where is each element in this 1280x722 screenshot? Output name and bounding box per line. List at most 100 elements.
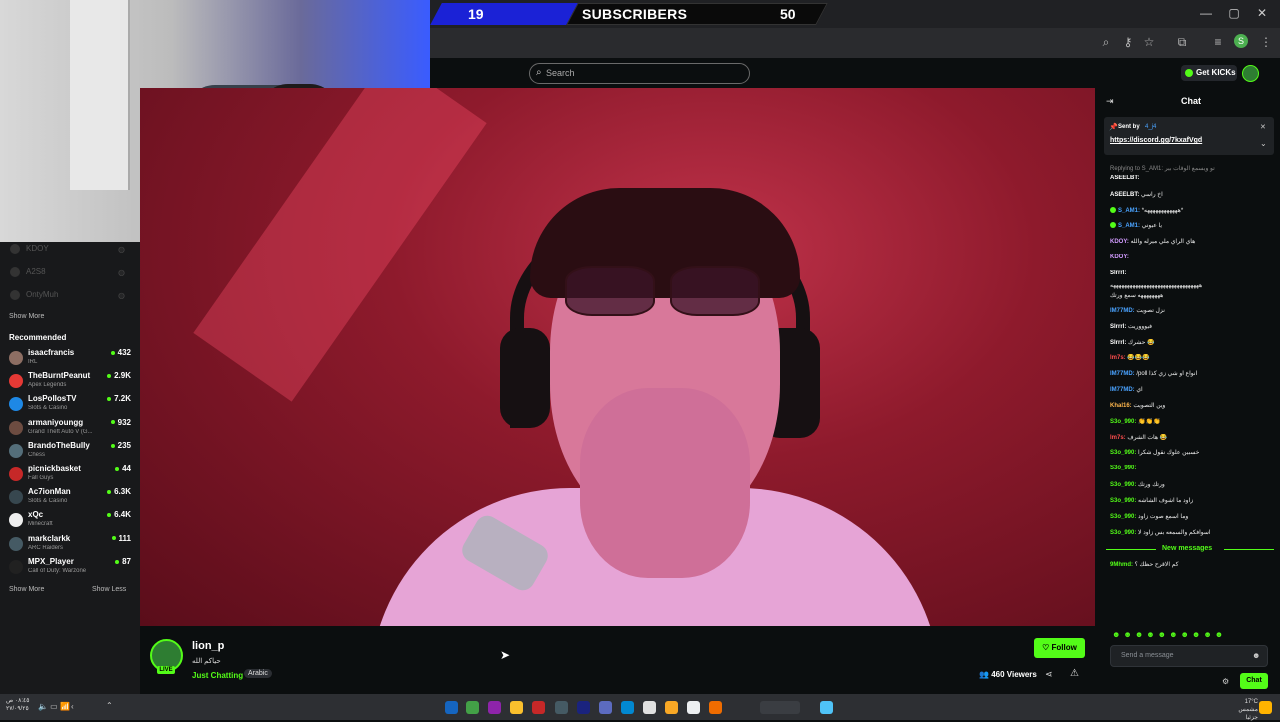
share-icon[interactable]: ⋖: [1045, 669, 1053, 680]
language-tag[interactable]: Arabic: [244, 669, 272, 678]
minimize-icon[interactable]: —: [1196, 6, 1216, 20]
taskbar-app-icon[interactable]: [555, 701, 568, 714]
recommended-channel[interactable]: xQc Minecraft 6.4K: [9, 510, 131, 532]
password-key-icon[interactable]: ⚷: [1120, 35, 1136, 49]
maximize-icon[interactable]: ▢: [1224, 6, 1244, 20]
send-chat-button[interactable]: Chat: [1240, 673, 1268, 689]
following-name: OntyMuh: [26, 290, 59, 300]
extensions-icon[interactable]: ⧉: [1174, 35, 1190, 50]
chat-username[interactable]: Khal16:: [1110, 403, 1132, 409]
collapse-chat-icon[interactable]: ⇥: [1106, 96, 1114, 107]
chat-username[interactable]: IM77MD:: [1110, 308, 1135, 314]
chat-username[interactable]: S3o_990:: [1110, 498, 1136, 504]
browser-menu-icon[interactable]: ⋮: [1258, 35, 1274, 49]
recommended-channel[interactable]: isaacfrancis IRL 432: [9, 348, 131, 370]
chat-username[interactable]: S3o_990:: [1110, 419, 1136, 425]
chat-username[interactable]: 9Mhmd:: [1110, 562, 1133, 568]
taskbar-app-icon[interactable]: [599, 701, 612, 714]
media-list-icon[interactable]: ≡: [1210, 35, 1226, 49]
taskbar-search-box[interactable]: [760, 701, 800, 714]
chat-username[interactable]: S3o_990:: [1110, 450, 1136, 456]
taskbar-edge-icon[interactable]: [621, 701, 634, 714]
pinned-discord-link[interactable]: https://discord.gg/7kxafVgd: [1110, 137, 1202, 144]
chat-text: وين التصويت: [1133, 403, 1166, 409]
chat-username[interactable]: ASEELBT:: [1110, 175, 1139, 181]
chat-username[interactable]: Slrrrl:: [1110, 340, 1126, 346]
pinned-user[interactable]: 4_j4: [1145, 124, 1156, 130]
taskbar-explorer-icon[interactable]: [665, 701, 678, 714]
report-icon[interactable]: ⚠: [1070, 668, 1079, 679]
show-less-button[interactable]: Show Less: [92, 586, 126, 593]
chat-username[interactable]: KDOY:: [1110, 239, 1129, 245]
chat-username[interactable]: S3o_990:: [1110, 530, 1136, 536]
chat-text: اخ راسي: [1141, 192, 1163, 198]
stream-video-player[interactable]: [140, 88, 1095, 626]
search-icon: ⌕: [536, 67, 542, 78]
chat-username[interactable]: S3o_990:: [1110, 482, 1136, 488]
channel-viewers: 932: [111, 418, 131, 427]
chat-username[interactable]: S_AM1:: [1118, 223, 1140, 229]
quick-emote-bar[interactable]: ☻☻☻☻☻☻☻☻☻☻: [1112, 630, 1272, 640]
chat-input-placeholder: Send a message: [1121, 652, 1174, 659]
stream-category-link[interactable]: Just Chatting: [192, 671, 243, 680]
recommended-channel[interactable]: LosPollosTV Slots & Casino 7.2K: [9, 394, 131, 416]
chat-username[interactable]: S_AM1:: [1118, 208, 1140, 214]
sidebar-following-item[interactable]: A2S8: [10, 267, 46, 277]
taskbar-search-icon[interactable]: [445, 701, 458, 714]
taskbar-widgets-icon[interactable]: [820, 701, 833, 714]
chat-text: يا عيوني: [1141, 223, 1163, 229]
recommended-channel[interactable]: Ac7ionMan Slots & Casino 6.3K: [9, 487, 131, 509]
bookmark-star-icon[interactable]: ☆: [1141, 35, 1157, 49]
chat-message: lm7s: 😂😂😂: [1110, 354, 1275, 361]
recommended-channel[interactable]: BrandoTheBully Chess 235: [9, 441, 131, 463]
zoom-icon[interactable]: ⌕: [1098, 35, 1114, 50]
chevron-down-icon[interactable]: ⌄: [1260, 139, 1267, 148]
chat-username[interactable]: S3o_990:: [1110, 514, 1136, 520]
taskbar-app-icon[interactable]: [709, 701, 722, 714]
chat-message: ASEELBT:: [1110, 175, 1275, 181]
show-more-recommended-button[interactable]: Show More: [9, 586, 44, 593]
chat-username[interactable]: IM77MD:: [1110, 371, 1135, 377]
recommended-channel[interactable]: MPX_Player Call of Duty: Warzone 87: [9, 557, 131, 579]
taskbar-steam-icon[interactable]: [577, 701, 590, 714]
taskbar-app-icon[interactable]: [466, 701, 479, 714]
taskbar-clock[interactable]: ٠٨:٤٥ ص ٢٧/٠٩/٢٥: [6, 697, 29, 713]
chat-username[interactable]: S3o_990:: [1110, 465, 1136, 471]
chat-message: S3o_990: زاود ما اشوف الشاشه: [1110, 497, 1275, 504]
chat-username[interactable]: lm7s:: [1110, 435, 1126, 441]
recommended-channel[interactable]: TheBurntPeanut Apex Legends 2.9K: [9, 371, 131, 393]
taskbar-app-icon[interactable]: [532, 701, 545, 714]
emoji-icon[interactable]: ☻: [1252, 651, 1260, 660]
get-kicks-button[interactable]: Get KICKs: [1181, 65, 1237, 81]
show-more-following-button[interactable]: Show More: [9, 313, 44, 320]
chat-username[interactable]: Slrrrl:: [1110, 270, 1126, 276]
tray-icons[interactable]: 🔈 ▭ 📶: [38, 702, 70, 711]
user-avatar[interactable]: [1242, 65, 1259, 82]
recommended-channel[interactable]: armaniyoungg Grand Theft Auto V (G... 932: [9, 418, 131, 440]
chat-username[interactable]: IM77MD:: [1110, 387, 1135, 393]
sidebar-following-item[interactable]: OntyMuh: [10, 290, 58, 300]
taskbar-app-icon[interactable]: [488, 701, 501, 714]
taskbar-app-icon[interactable]: [643, 701, 656, 714]
chat-username[interactable]: Slrrrl:: [1110, 324, 1126, 330]
sidebar-following-item[interactable]: KDOY: [10, 244, 49, 254]
unpin-icon[interactable]: ✕: [1260, 123, 1266, 131]
taskbar-app-icon[interactable]: [687, 701, 700, 714]
taskbar-chrome-icon[interactable]: [510, 701, 523, 714]
chevron-up-icon[interactable]: ⌃: [106, 701, 113, 710]
chevron-left-icon[interactable]: ‹: [71, 702, 74, 711]
channel-name: picnickbasket: [28, 464, 81, 473]
recommended-channel[interactable]: markclarkk ARC Raiders 111: [9, 534, 131, 556]
browser-profile-icon[interactable]: S: [1234, 34, 1248, 48]
chat-settings-gear-icon[interactable]: ⚙: [1222, 677, 1229, 686]
follow-button[interactable]: ♡ Follow: [1034, 638, 1085, 658]
chat-username[interactable]: ASEELBT:: [1110, 192, 1139, 198]
close-icon[interactable]: ✕: [1252, 6, 1272, 20]
pinned-message[interactable]: [1104, 117, 1274, 155]
weather-widget[interactable]: 17°C مشمس جزئيا: [1230, 698, 1258, 722]
chat-username[interactable]: KDOY:: [1110, 254, 1129, 260]
streamer-name[interactable]: lion_p: [192, 640, 224, 652]
chat-username[interactable]: lm7s:: [1110, 355, 1126, 361]
new-messages-divider[interactable]: New messages: [1106, 545, 1274, 553]
recommended-channel[interactable]: picnickbasket Fall Guys 44: [9, 464, 131, 486]
